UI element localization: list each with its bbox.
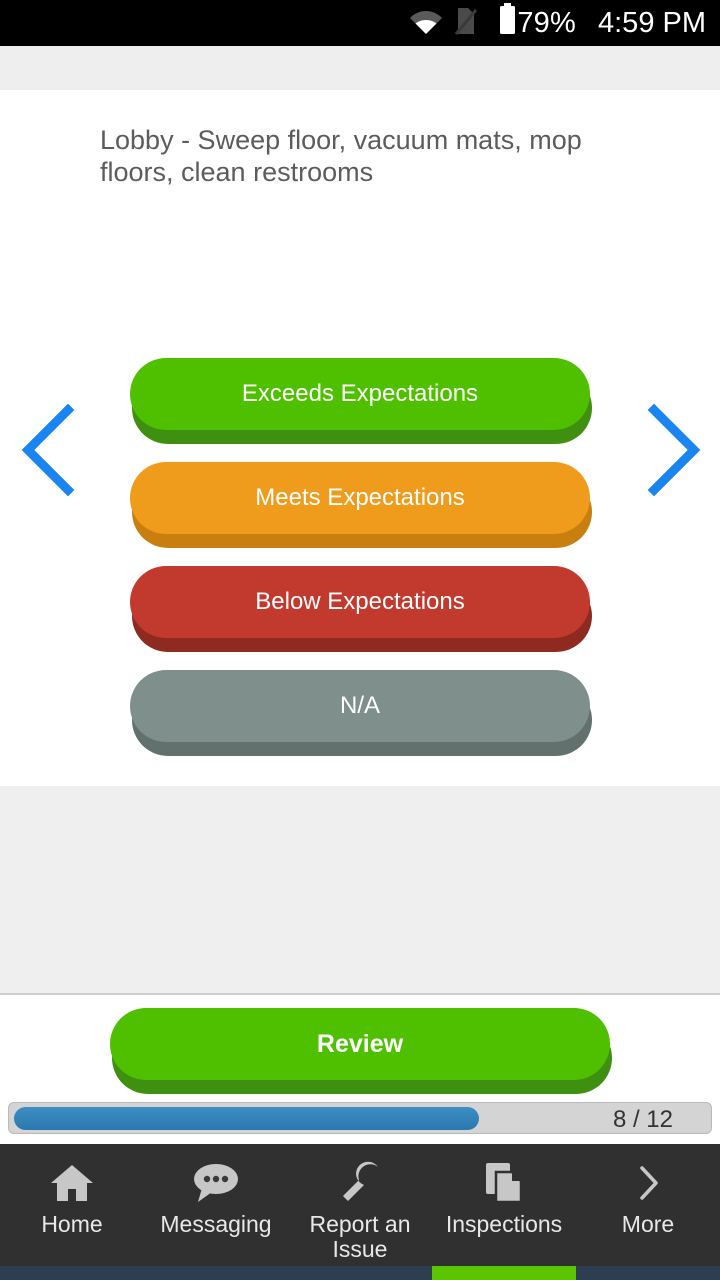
chat-bubble-icon: [192, 1158, 240, 1208]
previous-item-button[interactable]: [16, 404, 82, 496]
option-label: N/A: [130, 670, 590, 742]
task-description: Lobby - Sweep floor, vacuum mats, mop fl…: [100, 125, 582, 187]
progress-fill: [14, 1107, 479, 1130]
progress-label: 8 / 12: [612, 1106, 673, 1133]
nav-label: More: [621, 1211, 675, 1237]
documents-icon: [483, 1158, 525, 1208]
chevron-right-icon: [640, 404, 706, 496]
chevron-left-icon: [16, 404, 82, 496]
rating-options: Exceeds Expectations Meets Expectations …: [130, 358, 592, 774]
top-gray-bar: [0, 46, 720, 90]
nav-item-inspections[interactable]: Inspections: [432, 1144, 576, 1266]
option-meets-expectations[interactable]: Meets Expectations: [130, 462, 592, 548]
bottom-strip-segment: [432, 1266, 576, 1280]
wrench-icon: [338, 1158, 382, 1208]
status-bar: 79% 4:59 PM: [0, 0, 720, 46]
battery-icon: [498, 3, 517, 43]
option-below-expectations[interactable]: Below Expectations: [130, 566, 592, 652]
battery-percent: 79%: [517, 6, 576, 39]
nav-label: Messaging: [160, 1211, 272, 1237]
clock-time: 4:59 PM: [598, 6, 706, 39]
app-screen: 79% 4:59 PM Lobby - Sweep floor, vacuum …: [0, 0, 720, 1280]
next-item-button[interactable]: [640, 404, 706, 496]
home-icon: [49, 1158, 95, 1208]
no-sim-icon: [454, 6, 478, 41]
bottom-strip: [0, 1266, 720, 1280]
progress-bar[interactable]: 8 / 12: [8, 1102, 712, 1134]
bottom-navigation: Home Messaging Report an Issue Inspectio…: [0, 1144, 720, 1266]
option-na[interactable]: N/A: [130, 670, 592, 756]
comment-panel: [0, 786, 720, 995]
nav-label: Report an Issue: [309, 1211, 411, 1262]
option-label: Exceeds Expectations: [130, 358, 590, 430]
option-label: Below Expectations: [130, 566, 590, 638]
review-button-label: Review: [110, 1008, 610, 1080]
status-icons: [409, 3, 517, 43]
nav-label: Inspections: [445, 1211, 563, 1237]
nav-item-home[interactable]: Home: [0, 1144, 144, 1266]
nav-item-messaging[interactable]: Messaging: [144, 1144, 288, 1266]
wifi-icon: [409, 8, 443, 39]
nav-label: Home: [41, 1211, 103, 1237]
nav-item-more[interactable]: More: [576, 1144, 720, 1266]
option-exceeds-expectations[interactable]: Exceeds Expectations: [130, 358, 592, 444]
nav-item-report-an-issue[interactable]: Report an Issue: [288, 1144, 432, 1266]
chevron-right-icon: [633, 1158, 663, 1208]
option-label: Meets Expectations: [130, 462, 590, 534]
review-button[interactable]: Review: [110, 1008, 614, 1094]
